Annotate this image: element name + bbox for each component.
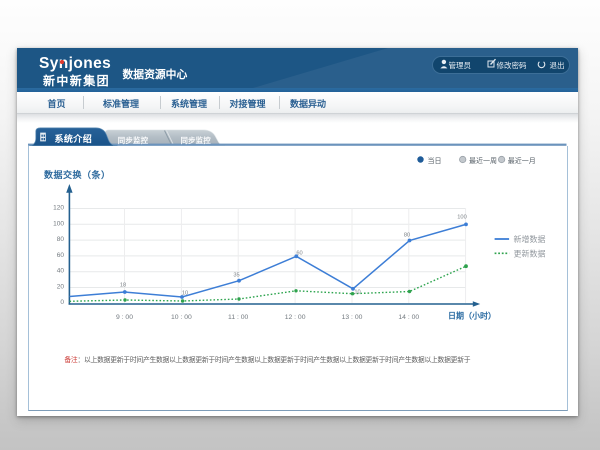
svg-text:更新数据: 更新数据 (514, 248, 546, 258)
svg-text:新增数据: 新增数据 (514, 234, 546, 244)
svg-text:10: 10 (354, 290, 360, 296)
svg-text:13 : 00: 13 : 00 (342, 314, 363, 321)
svg-text:60: 60 (57, 252, 65, 259)
svg-text:80: 80 (57, 236, 65, 243)
svg-text:120: 120 (53, 205, 64, 212)
svg-text:10 : 00: 10 : 00 (171, 314, 192, 321)
svg-text:20: 20 (57, 284, 65, 291)
svg-text:100: 100 (457, 215, 467, 221)
svg-text:日期（小时）: 日期（小时） (448, 311, 496, 321)
svg-text:35: 35 (233, 273, 239, 279)
svg-text:11 : 00: 11 : 00 (228, 314, 249, 321)
svg-text:0: 0 (60, 299, 64, 306)
svg-text:60: 60 (296, 250, 302, 256)
svg-text:12 : 00: 12 : 00 (285, 314, 306, 321)
svg-text:18: 18 (120, 283, 126, 289)
svg-text:14 : 00: 14 : 00 (398, 314, 419, 321)
svg-text:9 : 00: 9 : 00 (116, 314, 133, 321)
svg-text:40: 40 (57, 268, 65, 275)
svg-text:10: 10 (182, 291, 188, 297)
svg-text:100: 100 (53, 220, 64, 227)
svg-text:80: 80 (404, 233, 410, 239)
